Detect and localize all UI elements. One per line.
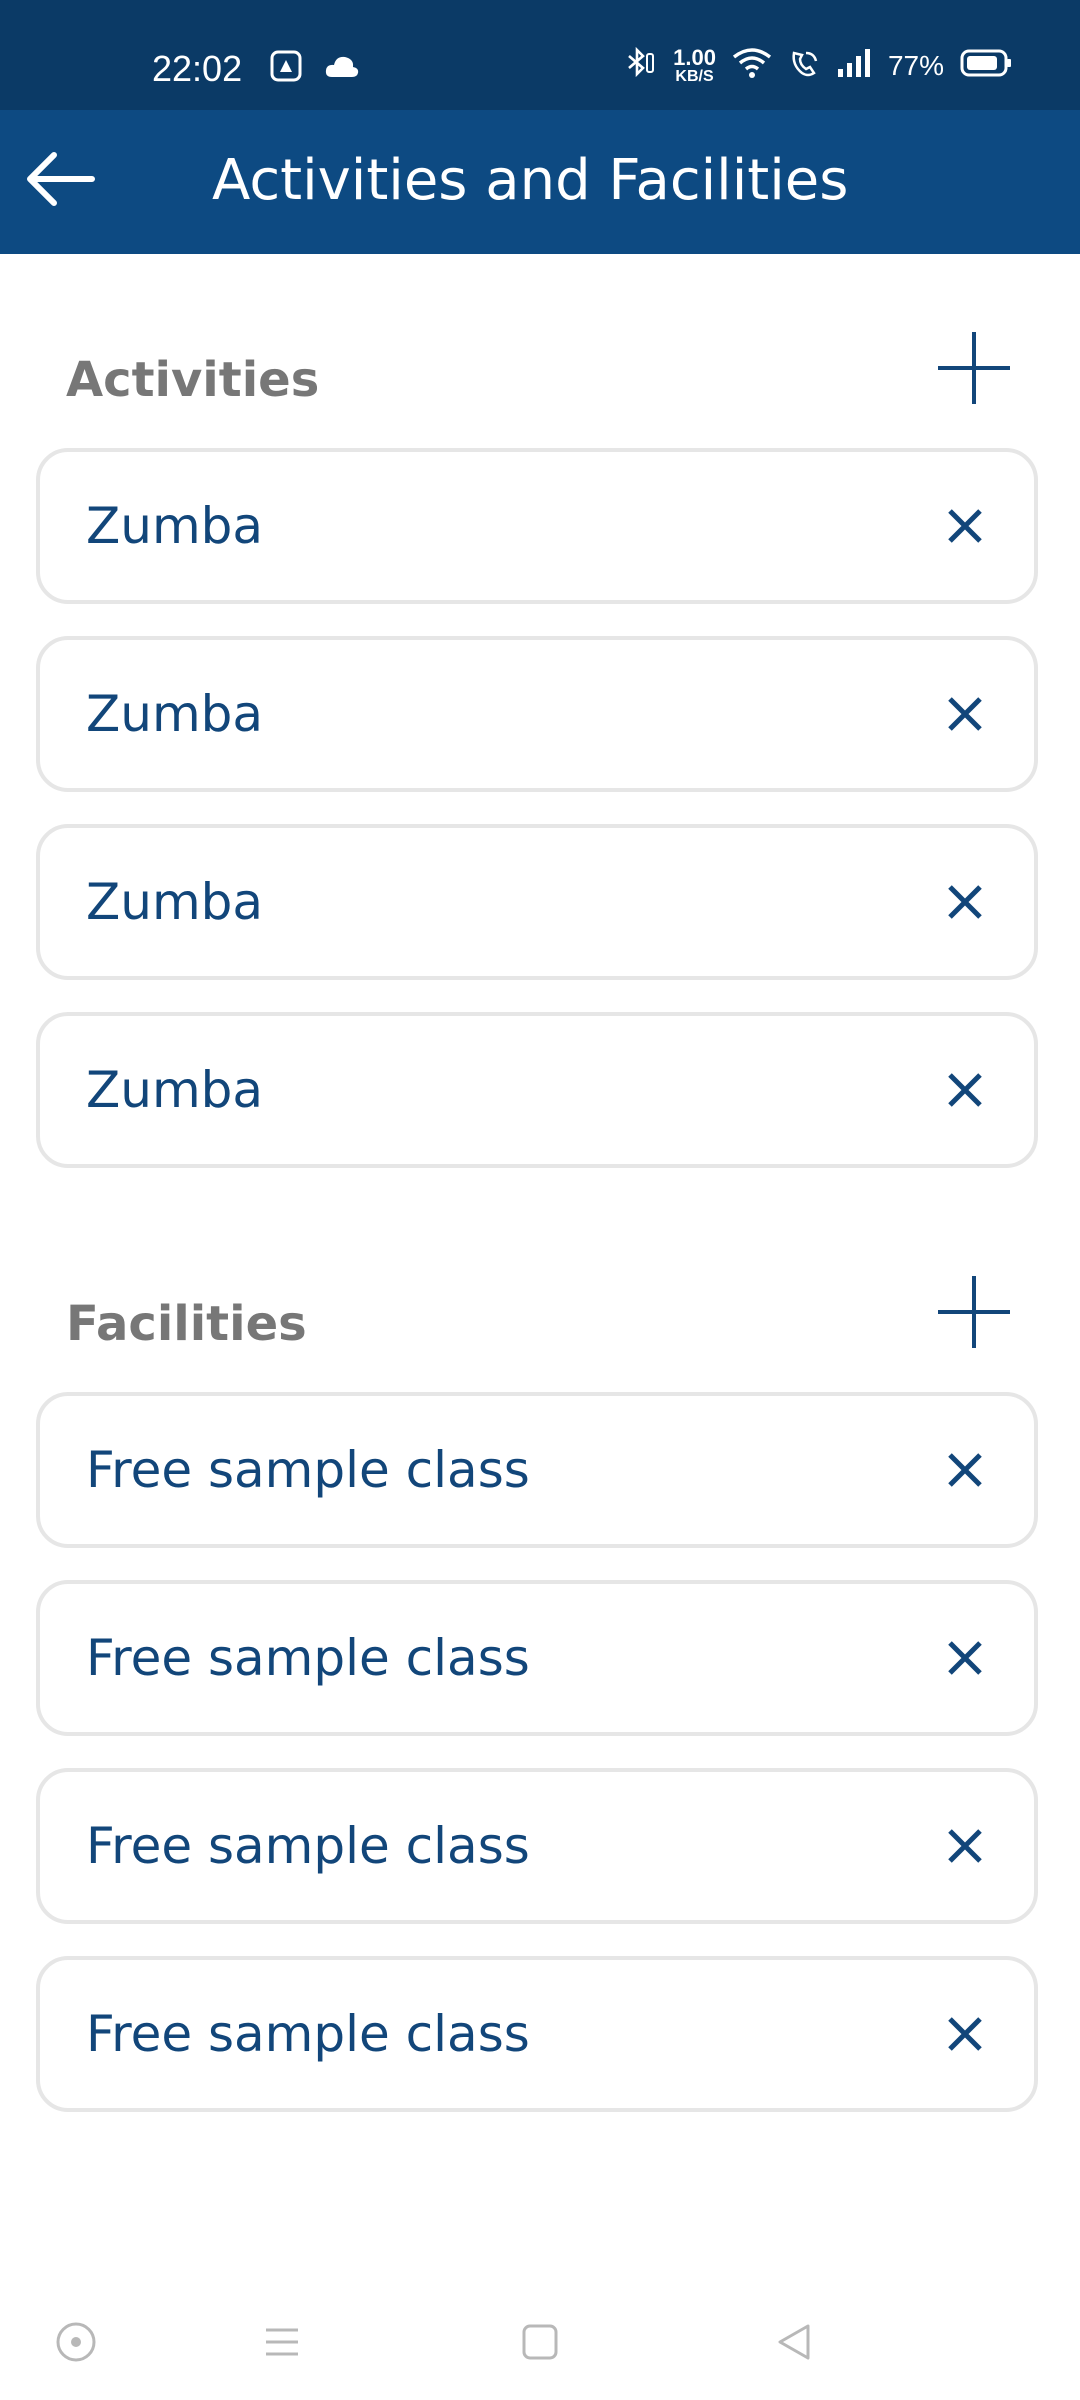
facility-label: Free sample class <box>86 1441 530 1499</box>
close-icon <box>948 509 982 543</box>
assistant-icon <box>56 2322 96 2362</box>
facility-item[interactable]: Free sample class <box>36 1768 1038 1924</box>
nav-assistant-button[interactable] <box>46 2312 106 2372</box>
activity-label: Zumba <box>86 873 264 931</box>
page-title: Activities and Facilities <box>212 148 849 213</box>
close-icon <box>948 697 982 731</box>
status-bar: 22:02 1.00 KB/S 77% <box>0 0 1080 110</box>
system-nav-bar <box>0 2280 1080 2400</box>
close-icon <box>948 1453 982 1487</box>
activity-label: Zumba <box>86 497 264 555</box>
facility-item[interactable]: Free sample class <box>36 1580 1038 1736</box>
menu-icon <box>266 2328 298 2356</box>
facility-label: Free sample class <box>86 1817 530 1875</box>
facility-label: Free sample class <box>86 2005 530 2063</box>
cloud-icon <box>324 53 360 84</box>
remove-activity-button[interactable] <box>940 1065 990 1115</box>
nav-menu-button[interactable] <box>252 2312 312 2372</box>
network-speed-value: 1.00 <box>673 44 716 70</box>
network-speed: 1.00 KB/S <box>673 44 716 85</box>
add-facility-button[interactable] <box>934 1272 1014 1352</box>
bluetooth-icon <box>623 46 657 85</box>
network-speed-unit: KB/S <box>675 67 714 85</box>
plus-icon <box>934 332 1014 412</box>
battery-icon <box>960 48 1012 83</box>
remove-activity-button[interactable] <box>940 501 990 551</box>
remove-activity-button[interactable] <box>940 877 990 927</box>
app-icon <box>270 50 302 87</box>
facility-item[interactable]: Free sample class <box>36 1392 1038 1548</box>
activity-label: Zumba <box>86 685 264 743</box>
nav-home-button[interactable] <box>510 2312 570 2372</box>
close-icon <box>948 885 982 919</box>
close-icon <box>948 2017 982 2051</box>
signal-icon <box>836 47 872 84</box>
remove-facility-button[interactable] <box>940 1821 990 1871</box>
section-title-facilities: Facilities <box>66 1296 307 1352</box>
remove-facility-button[interactable] <box>940 2009 990 2059</box>
activities-header: Activities <box>0 322 1080 422</box>
close-icon <box>948 1073 982 1107</box>
wifi-call-icon <box>788 47 820 84</box>
activity-label: Zumba <box>86 1061 264 1119</box>
activity-item[interactable]: Zumba <box>36 1012 1038 1168</box>
wifi-icon <box>732 47 772 84</box>
facilities-header: Facilities <box>0 1266 1080 1366</box>
back-arrow-icon <box>24 149 96 214</box>
activity-item[interactable]: Zumba <box>36 824 1038 980</box>
remove-facility-button[interactable] <box>940 1633 990 1683</box>
facility-label: Free sample class <box>86 1629 530 1687</box>
remove-activity-button[interactable] <box>940 689 990 739</box>
home-icon <box>522 2324 558 2360</box>
activity-item[interactable]: Zumba <box>36 448 1038 604</box>
close-icon <box>948 1641 982 1675</box>
back-icon <box>778 2324 810 2360</box>
battery-percent: 77% <box>887 49 944 81</box>
nav-back-button[interactable] <box>764 2312 824 2372</box>
app-bar: Activities and Facilities <box>0 110 1080 254</box>
status-time: 22:02 <box>152 48 243 89</box>
section-title-activities: Activities <box>66 352 320 408</box>
back-button[interactable] <box>20 146 100 216</box>
facility-item[interactable]: Free sample class <box>36 1956 1038 2112</box>
activity-item[interactable]: Zumba <box>36 636 1038 792</box>
remove-facility-button[interactable] <box>940 1445 990 1495</box>
close-icon <box>948 1829 982 1863</box>
add-activity-button[interactable] <box>934 328 1014 408</box>
plus-icon <box>934 1276 1014 1356</box>
